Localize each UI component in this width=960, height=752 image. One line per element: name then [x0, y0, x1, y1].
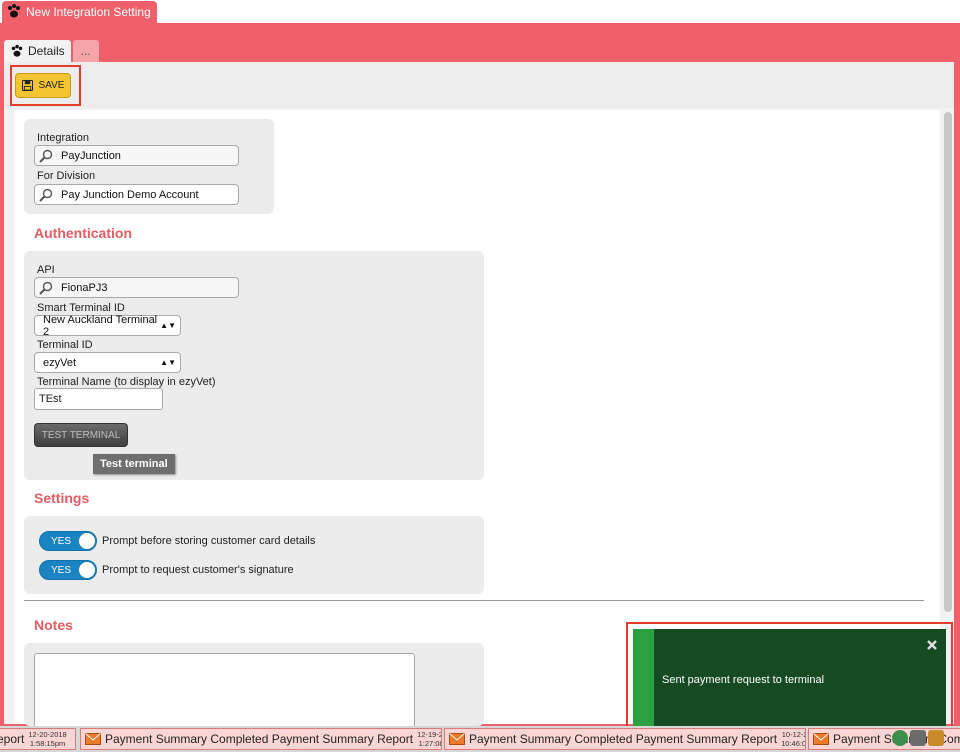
globe-icon[interactable]	[892, 730, 908, 746]
notes-title: Notes	[34, 617, 73, 633]
taskbar: eport 12-20-20181:58:15pm Payment Summar…	[0, 726, 960, 752]
smart-terminal-value: New Auckland Terminal 2	[43, 313, 158, 338]
tab-details-label: Details	[28, 44, 65, 58]
test-terminal-tooltip: Test terminal	[93, 454, 175, 474]
terminal-select[interactable]: ezyVet ▲▼	[34, 352, 181, 373]
select-arrows-icon: ▲▼	[160, 358, 176, 367]
taskbar-item[interactable]: Payment Summary Completed Payment Summar…	[80, 728, 442, 750]
tooltip-text: Test terminal	[100, 458, 168, 470]
taskbar-item-label: Payment Summary Completed Payment Summar…	[469, 732, 778, 746]
envelope-icon	[449, 733, 465, 745]
lock-icon[interactable]	[928, 730, 944, 746]
integration-label: Integration	[37, 132, 89, 144]
division-label: For Division	[37, 170, 96, 182]
terminal-value: ezyVet	[43, 356, 77, 369]
toggle-state: YES	[51, 564, 72, 576]
save-highlight-box	[10, 65, 81, 106]
taskbar-item[interactable]: eport 12-20-20181:58:15pm	[0, 728, 76, 750]
taskbar-item-stamp: 10-12-201810:46:09am	[781, 730, 806, 748]
division-value: Pay Junction Demo Account	[61, 188, 199, 201]
toolbar	[4, 62, 954, 108]
terminal-name-value: TEst	[39, 393, 62, 405]
taskbar-item-time: 1:27:08pm	[418, 739, 441, 748]
paw-icon	[10, 44, 24, 58]
signature-toggle[interactable]: YES	[39, 560, 97, 580]
integration-value: PayJunction	[61, 149, 121, 162]
envelope-icon	[85, 733, 101, 745]
select-arrows-icon: ▲▼	[160, 321, 176, 330]
toast-highlight-box	[626, 622, 953, 737]
api-field[interactable]: FionaPJ3	[34, 277, 239, 298]
terminal-label: Terminal ID	[37, 339, 93, 351]
taskbar-item-stamp: 12-20-2018 1:58:15pm	[28, 730, 66, 748]
monitor-icon[interactable]	[910, 730, 926, 746]
notes-textarea[interactable]	[34, 653, 415, 733]
tab-strip: Details ...	[4, 40, 101, 62]
settings-card	[24, 516, 484, 594]
toggle-state: YES	[51, 535, 72, 547]
taskbar-item-label: Payment Summary Completed Payment Summar…	[105, 732, 414, 746]
taskbar-item[interactable]: Payment Summary Completed Payment Summar…	[444, 728, 806, 750]
division-field[interactable]: Pay Junction Demo Account	[34, 184, 239, 205]
paw-icon	[6, 3, 22, 22]
search-icon	[39, 149, 55, 163]
tab-more[interactable]: ...	[72, 40, 99, 62]
settings-title: Settings	[34, 490, 90, 506]
search-icon	[39, 188, 55, 202]
test-terminal-label: TEST TERMINAL	[41, 429, 121, 441]
window-title: New Integration Setting	[26, 5, 151, 19]
search-icon	[39, 281, 55, 295]
toggle-knob	[79, 533, 95, 549]
api-value: FionaPJ3	[61, 281, 108, 294]
terminal-name-input[interactable]: TEst	[34, 388, 163, 410]
smart-terminal-label: Smart Terminal ID	[37, 302, 125, 314]
card-details-toggle[interactable]: YES	[39, 531, 97, 551]
section-divider	[24, 600, 924, 601]
taskbar-item-date: 10-12-2018	[781, 730, 805, 739]
taskbar-item-time: 1:58:15pm	[29, 739, 66, 748]
taskbar-item-time: 10:46:09am	[781, 739, 806, 748]
toggle-knob	[79, 562, 95, 578]
scrollbar[interactable]	[944, 112, 952, 612]
signature-toggle-label: Prompt to request customer's signature	[102, 564, 294, 576]
taskbar-item-date: 12-19-2018	[417, 730, 441, 739]
taskbar-item-stamp: 12-19-20181:27:08pm	[417, 730, 441, 748]
card-details-toggle-label: Prompt before storing customer card deta…	[102, 535, 316, 547]
smart-terminal-select[interactable]: New Auckland Terminal 2 ▲▼	[34, 313, 181, 338]
taskbar-item-label: eport	[0, 732, 25, 746]
terminal-name-label: Terminal Name (to display in ezyVet)	[37, 376, 216, 388]
window-tab[interactable]: New Integration Setting	[2, 1, 157, 23]
taskbar-item-date: 12-20-2018	[28, 730, 67, 739]
tab-details[interactable]: Details	[4, 40, 71, 62]
integration-field[interactable]: PayJunction	[34, 145, 239, 166]
tab-more-label: ...	[80, 44, 91, 58]
system-tray	[892, 730, 944, 746]
test-terminal-button[interactable]: TEST TERMINAL	[34, 423, 128, 447]
authentication-title: Authentication	[34, 225, 132, 241]
envelope-icon	[813, 733, 829, 745]
api-label: API	[37, 264, 55, 276]
